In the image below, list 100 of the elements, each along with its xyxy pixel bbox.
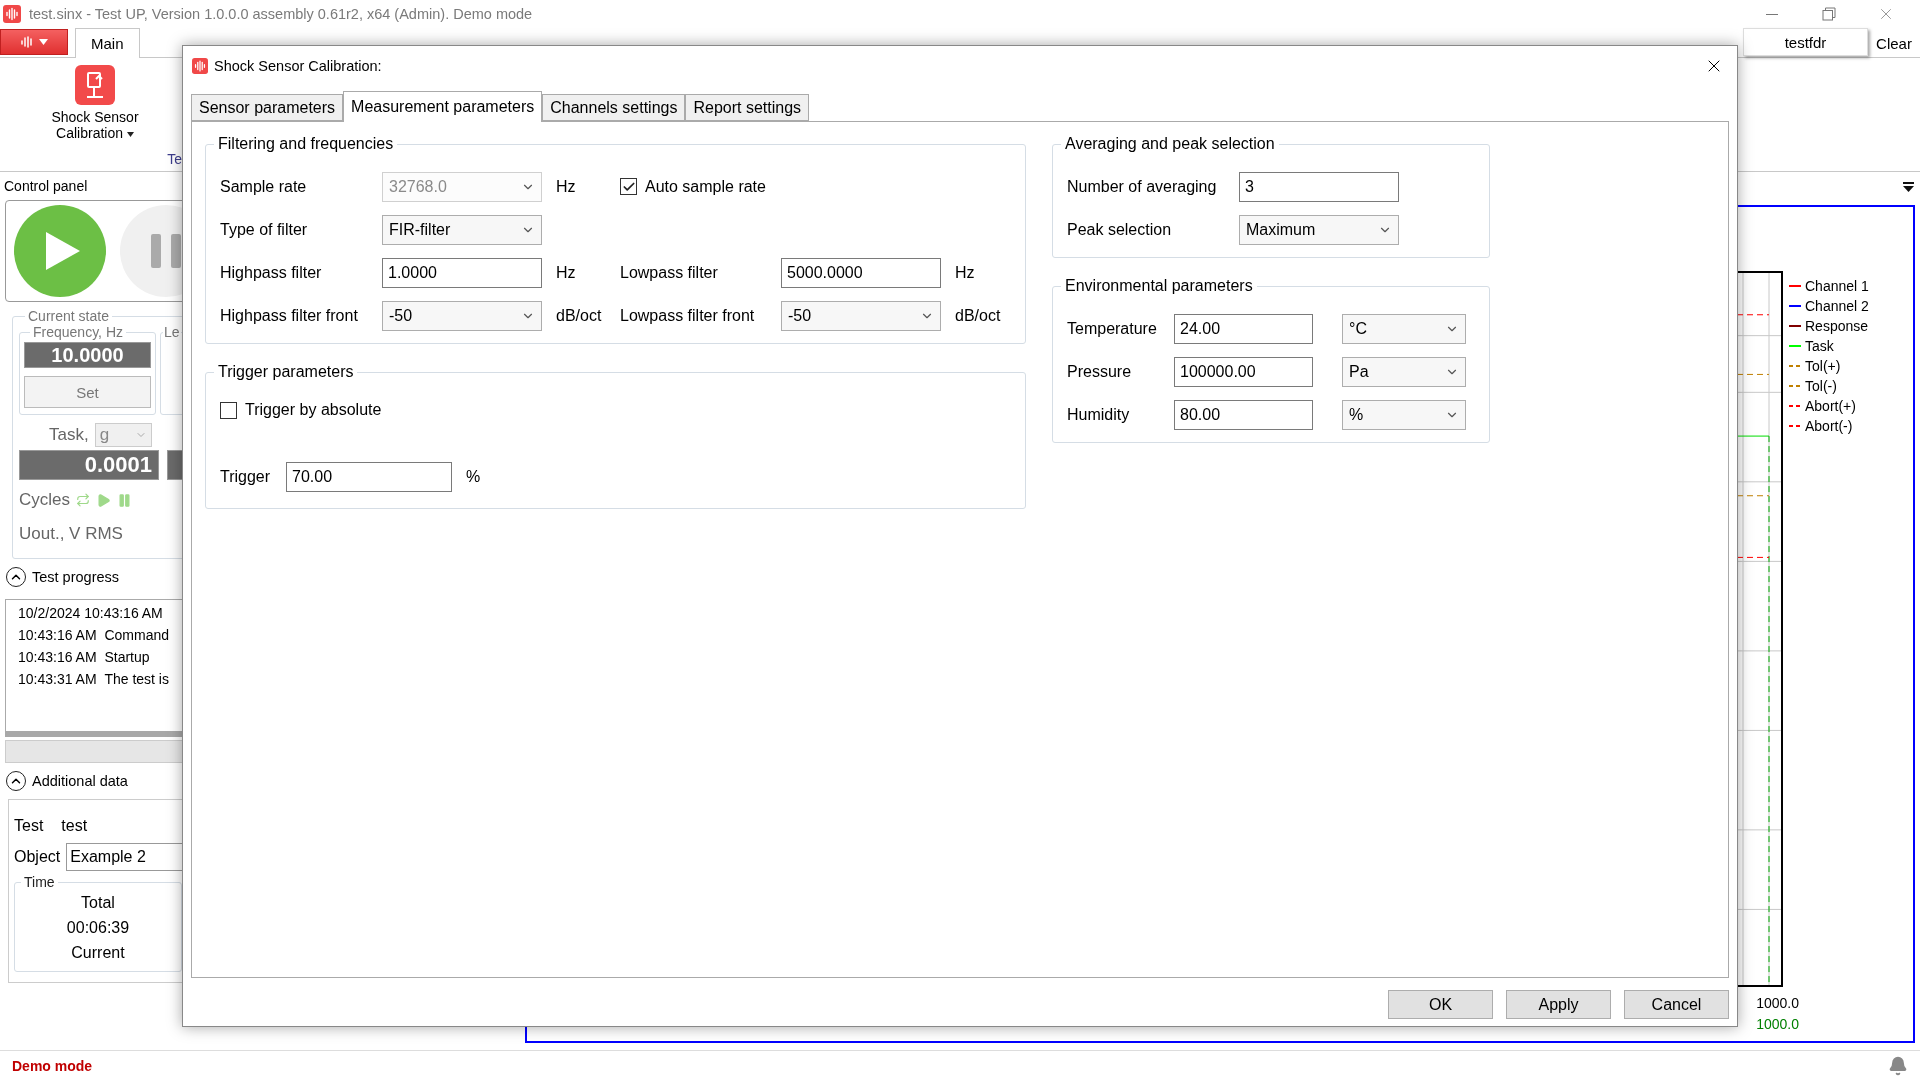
horizontal-scrollbar[interactable]	[5, 731, 182, 737]
group-title: Frequency, Hz	[32, 324, 124, 340]
legend-label: Abort(+)	[1805, 397, 1856, 415]
input-field[interactable]: 80.00	[1174, 399, 1313, 430]
legend-label: Tol(+)	[1805, 357, 1841, 375]
input-field[interactable]: 1.0000	[382, 257, 542, 288]
checkbox-label[interactable]: Trigger by absolute	[245, 401, 382, 419]
set-button[interactable]: Set	[24, 376, 151, 408]
task-label: Task,	[49, 425, 89, 445]
dialog-button[interactable]: Apply	[1506, 990, 1611, 1019]
legend-label: Task	[1805, 337, 1834, 355]
input-field[interactable]: 100000.00	[1174, 356, 1313, 387]
tab[interactable]: Report settings	[685, 94, 810, 121]
checkbox[interactable]	[620, 178, 637, 195]
legend-label: Channel 2	[1805, 297, 1869, 315]
panel-title: Control panel	[3, 177, 89, 196]
peak-select[interactable]: Maximum	[1239, 214, 1399, 245]
unit-label: dB/oct	[954, 306, 1002, 325]
cycles-label: Cycles	[19, 490, 70, 510]
unit-label: Hz	[555, 263, 577, 282]
play-icon	[46, 232, 80, 270]
axis-label: 1000.0	[1756, 1015, 1799, 1034]
uout-label: Uout., V RMS	[19, 524, 123, 543]
waveform-icon	[20, 36, 34, 48]
status-text: Demo mode	[12, 1057, 93, 1074]
field-label: Sample rate	[220, 177, 308, 196]
field-label: Humidity	[1067, 405, 1131, 424]
group-title: Environmental parameters	[1064, 277, 1254, 295]
unit-label: Hz	[555, 177, 577, 196]
window-title: test.sinx - Test UP, Version 1.0.0.0 assembly 0.61r2, x64 (Admin). Demo mode	[29, 6, 533, 22]
object-field[interactable]: Example 2	[66, 842, 182, 871]
input-field[interactable]: 3	[1239, 171, 1399, 202]
tab[interactable]: Sensor parameters	[191, 94, 344, 121]
caret-icon	[39, 39, 48, 45]
slope-select[interactable]: -50	[382, 300, 542, 331]
clear-button[interactable]: Clear	[1868, 29, 1920, 57]
field-label: Lowpass filter	[620, 263, 719, 282]
dropdown-icon[interactable]	[1903, 182, 1914, 192]
field-value: test	[61, 816, 88, 835]
ribbon-group-label: Te	[167, 151, 182, 169]
legend-label: Abort(-)	[1805, 417, 1853, 435]
document-tab[interactable]: testfdr	[1743, 28, 1868, 56]
unit-label: dB/oct	[555, 306, 603, 325]
legend-label: Response	[1805, 317, 1869, 335]
log-entry: 10:43:16 AM Startup	[18, 649, 151, 665]
tab[interactable]: Channels settings	[542, 94, 686, 121]
group-title: Current state	[27, 308, 110, 324]
slope-select[interactable]: -50	[781, 300, 941, 331]
play-icon[interactable]	[96, 492, 111, 508]
field-label: Test	[14, 816, 44, 835]
group-title: Trigger parameters	[217, 363, 355, 381]
group-title: Le	[163, 324, 181, 340]
task-readout: 0.0001	[19, 450, 159, 480]
checkbox[interactable]	[220, 401, 237, 419]
input-field[interactable]: 5000.0000	[781, 257, 941, 288]
unit-select[interactable]: %	[1342, 399, 1466, 430]
field-label: Type of filter	[220, 220, 309, 239]
group-title: Time	[23, 874, 56, 890]
log-entry: 10:43:16 AM Command	[18, 627, 170, 643]
field-label: Highpass filter front	[220, 306, 359, 325]
input-field[interactable]: 24.00	[1174, 313, 1313, 344]
frequency-readout: 10.0000	[24, 342, 151, 368]
group-title: Filtering and frequencies	[217, 135, 395, 153]
ribbon-tab[interactable]: Main	[75, 28, 140, 58]
repeat-icon[interactable]	[76, 493, 90, 507]
field-label: Lowpass filter front	[620, 306, 756, 325]
field-label: Highpass filter	[220, 263, 323, 282]
unit-label: Hz	[954, 263, 976, 282]
restore-icon	[1821, 7, 1836, 21]
legend-label: Channel 1	[1805, 277, 1869, 295]
time-label: Current	[71, 943, 125, 963]
pause-icon	[151, 234, 181, 268]
pause-icon[interactable]	[117, 492, 132, 508]
shock-sensor-calibration-button[interactable]: Shock Sensor Calibration	[44, 65, 146, 141]
log-entry: 10/2/2024 10:43:16 AM	[18, 605, 164, 621]
time-value: 00:06:39	[66, 918, 130, 938]
field-label: Trigger	[220, 467, 272, 486]
collapse-button[interactable]	[6, 567, 26, 587]
field-label: Peak selection	[1067, 220, 1173, 239]
app-logo-icon	[3, 5, 21, 23]
app-logo-icon	[192, 58, 208, 74]
dialog-button[interactable]: OK	[1388, 990, 1493, 1019]
unit-label: %	[465, 467, 482, 486]
input-field[interactable]: 70.00	[286, 461, 452, 492]
field-label: Number of averaging	[1067, 177, 1218, 196]
dialog-button[interactable]: Cancel	[1624, 990, 1729, 1019]
unit-select[interactable]: Pa	[1342, 356, 1466, 387]
notification-icon[interactable]	[1888, 1055, 1908, 1076]
field-label: Temperature	[1067, 319, 1158, 338]
log-entry: 10:43:31 AM The test is	[18, 671, 170, 687]
section-title: Test progress	[32, 569, 120, 585]
filter-type-select[interactable]: FIR-filter	[382, 214, 542, 245]
unit-select[interactable]: °C	[1342, 313, 1466, 344]
axis-label: 1000.0	[1756, 994, 1799, 1013]
minimize-icon	[1765, 13, 1778, 15]
collapse-button[interactable]	[6, 771, 26, 791]
legend-label: Tol(-)	[1805, 377, 1837, 395]
app-menu-button[interactable]	[0, 29, 68, 55]
checkbox-label[interactable]: Auto sample rate	[645, 177, 766, 196]
tab[interactable]: Measurement parameters	[343, 91, 543, 122]
